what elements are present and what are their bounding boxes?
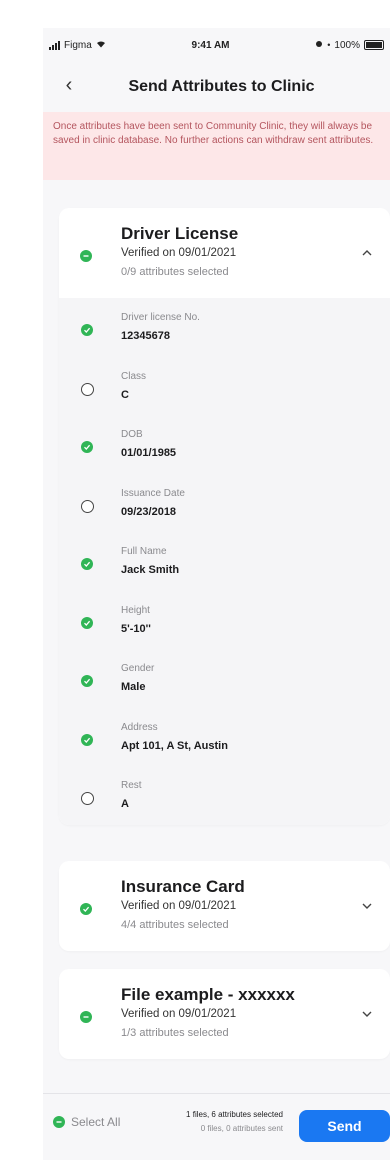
card-file-example[interactable]: File example - xxxxxx Verified on 09/01/…	[59, 969, 390, 1059]
check-circle-icon[interactable]	[81, 558, 93, 570]
card-title: Driver License	[121, 224, 239, 243]
signal-icon	[49, 40, 60, 50]
select-all-toggle[interactable]: Select All	[53, 1115, 120, 1129]
card-attribute-count: 4/4 attributes selected	[121, 919, 229, 931]
attribute-list: Driver license No. 12345678 Class C DOB …	[59, 298, 390, 825]
card-verified-date: Verified on 09/01/2021	[121, 900, 237, 912]
card-title: Insurance Card	[121, 877, 245, 896]
card-insurance-card[interactable]: Insurance Card Verified on 09/01/2021 4/…	[59, 861, 390, 951]
check-circle-icon[interactable]	[80, 1011, 92, 1023]
location-icon	[315, 40, 323, 51]
chevron-up-icon[interactable]	[360, 246, 374, 260]
status-bar: Figma 9:41 AM • 100%	[43, 28, 390, 62]
attribute-label: Gender	[121, 663, 155, 674]
attribute-value: Jack Smith	[121, 564, 180, 576]
check-circle-icon[interactable]	[80, 250, 92, 262]
bluetooth-icon: •	[327, 40, 331, 50]
carrier-label: Figma	[64, 39, 92, 51]
card-verified-date: Verified on 09/01/2021	[121, 247, 237, 259]
attribute-value: Apt 101, A St, Austin	[121, 739, 228, 752]
attribute-value: C	[121, 388, 129, 401]
battery-percent: 100%	[334, 39, 360, 51]
wifi-icon	[96, 40, 106, 51]
attribute-row[interactable]: Issuance Date 09/23/2018	[59, 474, 390, 533]
attribute-label: Height	[121, 604, 150, 616]
attribute-value: 12345678	[121, 330, 170, 342]
attribute-value: 5'-10''	[121, 622, 151, 635]
attribute-row[interactable]: Rest A	[59, 766, 390, 825]
card-attribute-count: 0/9 attributes selected	[121, 266, 229, 278]
back-chevron-icon[interactable]: ‹	[57, 74, 81, 97]
empty-radio-icon[interactable]	[81, 792, 94, 805]
card-header[interactable]: Driver License Verified on 09/01/2021 0/…	[59, 208, 390, 298]
attribute-row[interactable]: Driver license No. 12345678	[59, 298, 390, 357]
card-header[interactable]: Insurance Card Verified on 09/01/2021 4/…	[59, 861, 390, 951]
selection-summary: 1 files, 6 attributes selected 0 files, …	[153, 1108, 283, 1136]
check-circle-icon[interactable]	[81, 616, 93, 629]
check-circle-icon[interactable]	[81, 324, 93, 336]
card-header[interactable]: File example - xxxxxx Verified on 09/01/…	[59, 969, 390, 1059]
attribute-label: Full Name	[121, 546, 167, 557]
check-circle-icon[interactable]	[80, 903, 92, 915]
check-circle-icon[interactable]	[81, 733, 93, 746]
status-time: 9:41 AM	[191, 39, 230, 51]
attribute-label: Issuance Date	[121, 487, 185, 499]
attribute-row[interactable]: Address Apt 101, A St, Austin	[59, 708, 390, 767]
attribute-label: Rest	[121, 780, 142, 791]
attribute-row[interactable]: DOB 01/01/1985	[59, 415, 390, 474]
battery-icon	[363, 40, 384, 50]
attribute-value: 01/01/1985	[121, 447, 177, 459]
empty-radio-icon[interactable]	[81, 499, 94, 513]
bottom-action-bar: Select All 1 files, 6 attributes selecte…	[43, 1093, 390, 1160]
attribute-row[interactable]: Class C	[59, 357, 390, 416]
attribute-value: 09/23/2018	[121, 505, 177, 518]
select-all-label: Select All	[71, 1115, 121, 1129]
attribute-label: Driver license No.	[121, 312, 200, 323]
attribute-label: Address	[121, 721, 158, 733]
selection-summary-main: 1 files, 6 attributes selected	[186, 1110, 283, 1119]
chevron-down-icon[interactable]	[360, 899, 374, 913]
attribute-value: Male	[121, 681, 146, 693]
navigation-bar: ‹ Send Attributes to Clinic	[43, 62, 390, 112]
card-verified-date: Verified on 09/01/2021	[121, 1008, 237, 1020]
send-button[interactable]: Send	[299, 1110, 390, 1142]
check-circle-icon[interactable]	[81, 441, 93, 453]
attribute-row[interactable]: Full Name Jack Smith	[59, 532, 390, 591]
attribute-row[interactable]: Height 5'-10''	[59, 591, 390, 650]
check-circle-icon[interactable]	[81, 675, 93, 687]
card-driver-license: Driver License Verified on 09/01/2021 0/…	[59, 208, 390, 825]
attribute-label: DOB	[121, 429, 143, 440]
attribute-row[interactable]: Gender Male	[59, 649, 390, 708]
attribute-label: Class	[121, 370, 147, 382]
page-title: Send Attributes to Clinic	[128, 78, 315, 95]
card-title: File example - xxxxxx	[121, 985, 295, 1004]
attribute-value: A	[121, 798, 129, 810]
check-circle-icon[interactable]	[53, 1116, 65, 1128]
warning-banner: Once attributes have been sent to Commun…	[43, 112, 390, 180]
card-attribute-count: 1/3 attributes selected	[121, 1027, 229, 1039]
chevron-down-icon[interactable]	[360, 1007, 374, 1021]
empty-radio-icon[interactable]	[81, 382, 94, 396]
selection-summary-sub: 0 files, 0 attributes sent	[200, 1124, 283, 1133]
phone-screen: Figma 9:41 AM • 100% ‹ Send Attributes t…	[43, 28, 390, 1160]
